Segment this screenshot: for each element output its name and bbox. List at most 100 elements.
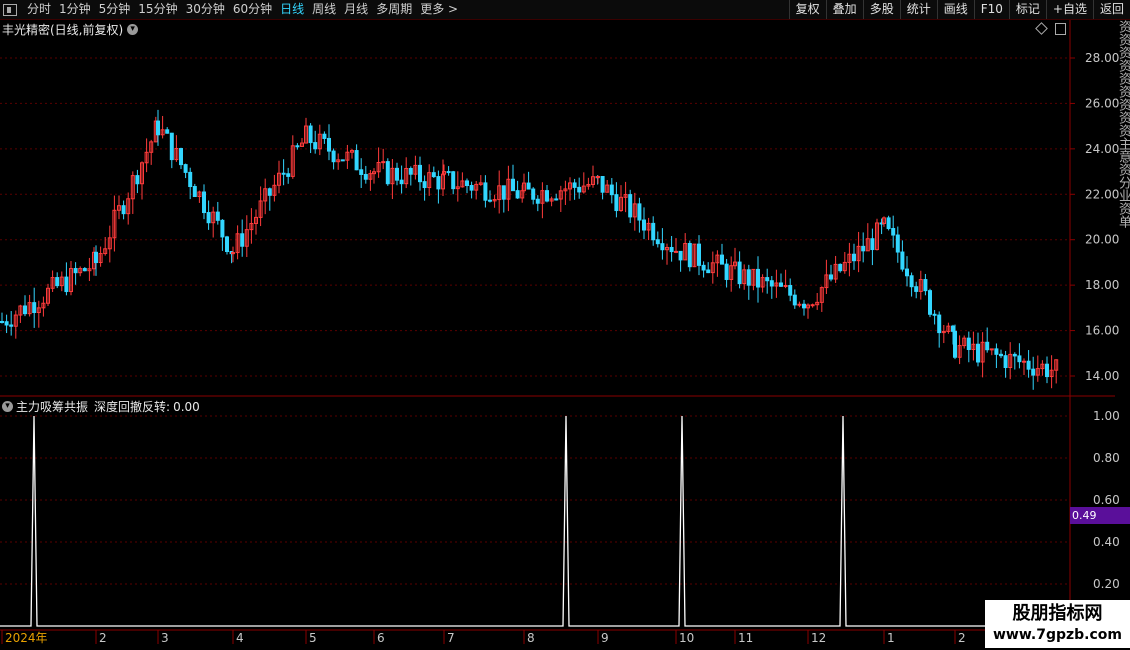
candle-body (436, 176, 441, 190)
x-axis-label: 8 (527, 631, 535, 645)
candle-body (240, 233, 245, 247)
candle-body (852, 253, 856, 262)
candle-body (32, 302, 37, 313)
candle-body (953, 330, 957, 358)
candle-body (706, 269, 711, 274)
candle-body (554, 198, 559, 201)
indicator-tick-label: 1.00 (1093, 409, 1120, 423)
candle-body (165, 129, 170, 134)
candle-body (577, 186, 582, 193)
x-axis-label: 2 (958, 631, 966, 645)
candle-body (286, 173, 291, 177)
candle-body (1026, 360, 1031, 370)
indicator-tick-label: 0.20 (1093, 577, 1120, 591)
candle-body (1003, 355, 1008, 369)
candle-body (660, 243, 665, 251)
kline-chart[interactable]: 28.0026.0024.0022.0020.0018.0016.0014.00… (0, 0, 1130, 650)
candle-body (422, 181, 427, 189)
x-axis-label: 1 (887, 631, 895, 645)
candle-body (535, 198, 540, 204)
candle-body (215, 211, 220, 221)
candle-body (267, 188, 272, 196)
candle-body (802, 303, 806, 309)
candle-body (900, 251, 905, 270)
x-axis-label: 11 (738, 631, 753, 645)
candle-body (188, 171, 193, 188)
candle-body (1012, 353, 1017, 357)
indicator-tick-label: 0.80 (1093, 451, 1120, 465)
candle-body (4, 321, 9, 326)
candle-body (937, 314, 942, 334)
candle-body (737, 261, 742, 285)
candle-body (73, 268, 78, 274)
candle-body (281, 172, 286, 175)
current-value-tag: 0.49 (1070, 507, 1130, 524)
candle-body (1017, 355, 1022, 363)
candle-body (779, 282, 783, 287)
x-axis-label: 10 (679, 631, 694, 645)
candle-body (395, 167, 399, 181)
candle-body (609, 184, 614, 196)
candle-body (989, 348, 994, 351)
candle-body (746, 269, 751, 286)
candle-body (628, 194, 633, 218)
x-axis-label: 12 (811, 631, 826, 645)
candle-body (951, 325, 955, 332)
x-axis-label: 7 (447, 631, 455, 645)
watermark-title: 股朋指标网 (1012, 603, 1103, 624)
candle-body (994, 348, 999, 355)
candle-body (331, 150, 336, 163)
signal-line (0, 415, 1070, 627)
candle-body (322, 133, 327, 139)
candle-body (701, 264, 706, 271)
candle-body (446, 171, 451, 174)
watermark: 股朋指标网 www.7gpzb.com (985, 600, 1130, 648)
candle-body (501, 185, 506, 200)
candle-body (526, 182, 531, 190)
candle-body (359, 169, 364, 175)
candle-body (135, 175, 140, 185)
x-axis-label: 2024年 (5, 631, 48, 645)
candle-body (488, 199, 492, 202)
candle-body (891, 228, 896, 236)
candle-body (531, 188, 536, 200)
candle-body (179, 148, 183, 166)
x-axis-label: 3 (161, 631, 169, 645)
candle-body (596, 176, 600, 179)
candle-body (308, 125, 313, 144)
watermark-url: www.7gpzb.com (992, 627, 1122, 643)
candle-body (783, 284, 788, 287)
candle-body (928, 290, 932, 315)
candle-body (1031, 368, 1036, 376)
candle-body (756, 268, 760, 288)
candle-body (792, 294, 797, 306)
candle-body (976, 343, 980, 363)
candle-body (418, 164, 422, 183)
candle-body (431, 172, 436, 178)
candle-body (678, 250, 683, 261)
candle-body (886, 217, 891, 230)
candle-body (697, 243, 701, 266)
candle-body (295, 145, 300, 148)
candle-body (614, 194, 619, 212)
candle-body (655, 239, 660, 245)
candle-body (465, 180, 469, 187)
x-axis-label: 5 (309, 631, 317, 645)
candle-body (545, 190, 549, 202)
candle-body (769, 280, 774, 287)
candle-body (225, 236, 229, 252)
x-axis-label: 2 (99, 631, 107, 645)
candle-body (385, 161, 390, 185)
right-info-sidebar[interactable]: 资资资资资资资资资主意资分业资单 (1115, 20, 1130, 400)
candle-body (327, 137, 331, 152)
candle-body (788, 284, 793, 296)
candle-body (156, 120, 160, 136)
candle-body (914, 286, 919, 292)
candle-body (55, 277, 60, 287)
candle-body (354, 150, 359, 171)
candle-body (64, 276, 69, 293)
candle-body (381, 161, 386, 164)
candle-body (923, 279, 928, 292)
candle-body (669, 246, 674, 253)
candle-body (206, 212, 211, 224)
